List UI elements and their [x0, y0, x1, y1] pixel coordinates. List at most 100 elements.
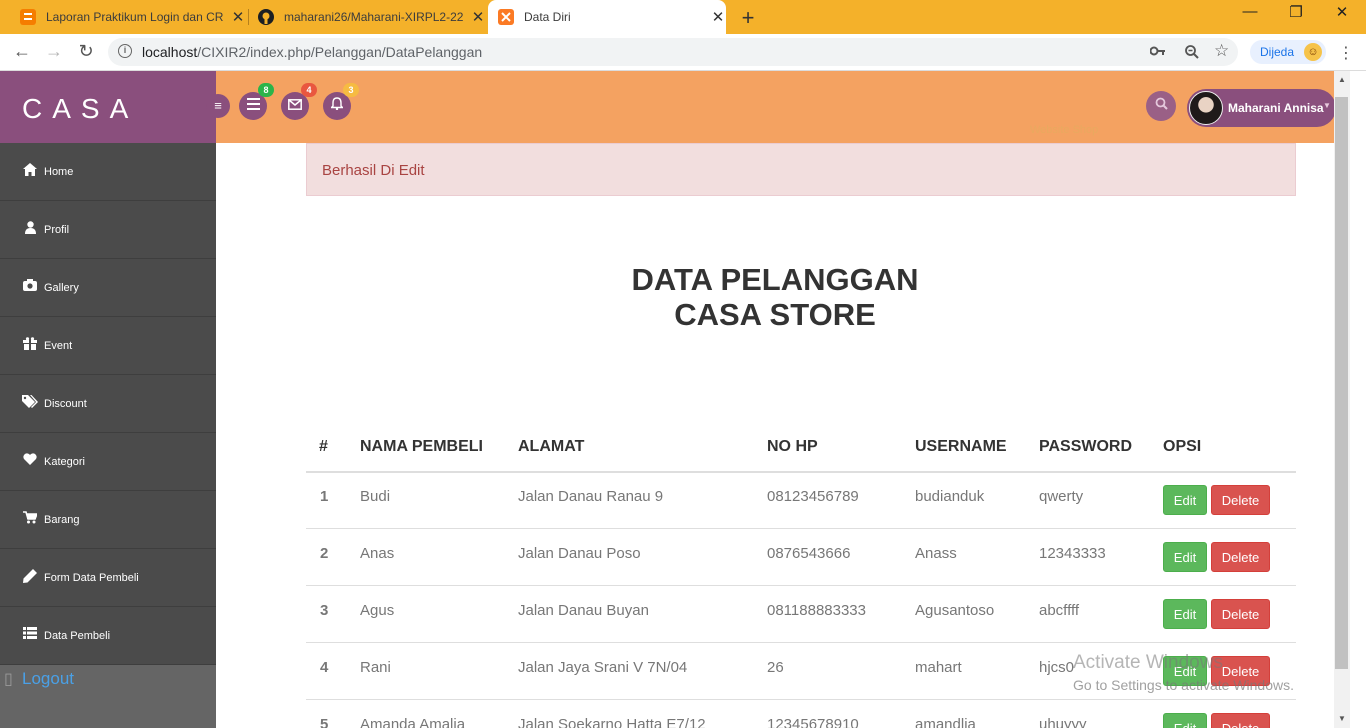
url-text[interactable]: localhost/CIXIR2/index.php/Pelanggan/Dat…	[142, 44, 482, 60]
github-icon	[258, 9, 274, 25]
row-number: 5	[320, 716, 329, 728]
cell-alamat: Jalan Danau Poso	[518, 545, 641, 562]
scroll-down-arrow-icon[interactable]: ▼	[1338, 714, 1346, 723]
bookmark-star-icon[interactable]: ☆	[1214, 41, 1229, 61]
sidebar-item-event[interactable]: Event	[0, 317, 216, 375]
edit-button[interactable]: Edit	[1163, 713, 1207, 728]
minimize-button[interactable]: —	[1235, 3, 1265, 20]
faded-header-label: Website Shop	[1030, 124, 1099, 136]
user-icon	[22, 221, 38, 237]
browser-tab-2[interactable]: maharani26/Maharani-XIRPL2-22 ✕	[250, 0, 486, 34]
sidebar-item-label: Gallery	[44, 282, 79, 294]
cell-password: abcffff	[1039, 602, 1080, 619]
row-number: 3	[320, 602, 329, 619]
activate-windows-subtitle: Go to Settings to activate Windows.	[1073, 677, 1294, 693]
page-title-line-1: DATA PELANGGAN	[631, 262, 919, 297]
delete-button[interactable]: Delete	[1211, 599, 1270, 629]
reload-icon[interactable]: ↻	[74, 41, 98, 62]
profile-avatar-icon: ☺	[1304, 43, 1322, 61]
site-info-icon[interactable]: i	[118, 44, 132, 58]
gift-icon	[22, 337, 38, 353]
sidebar-item-label: Profil	[44, 224, 70, 236]
sidebar-item-label: Data Pembeli	[44, 630, 111, 642]
profile-chip[interactable]: Dijeda ☺	[1250, 40, 1326, 64]
delete-button[interactable]: Delete	[1211, 542, 1270, 572]
cell-nama: Rani	[360, 659, 391, 676]
heart-icon	[22, 453, 38, 468]
messages-count-badge: 4	[301, 83, 317, 97]
menu-kebab-icon[interactable]: ⋮	[1338, 43, 1354, 63]
success-alert: Berhasil Di Edit	[306, 143, 1296, 196]
close-icon[interactable]: ✕	[710, 8, 726, 26]
cell-nama: Agus	[360, 602, 395, 619]
sidebar-item-home[interactable]: Home	[0, 143, 216, 201]
column-header-nama: NAMA PEMBELI	[360, 438, 483, 455]
delete-button[interactable]: Delete	[1211, 485, 1270, 515]
close-icon[interactable]: ✕	[470, 8, 486, 26]
cell-alamat: Jalan Danau Ranau 9	[518, 488, 664, 505]
cell-username: mahart	[915, 659, 962, 676]
url-field[interactable]: i localhost/CIXIR2/index.php/Pelanggan/D…	[108, 38, 1238, 66]
logout-area: ▯ Logout	[0, 665, 216, 728]
blogger-icon	[20, 9, 36, 25]
user-menu[interactable]: Maharani Annisa ▼	[1187, 89, 1336, 127]
scroll-up-arrow-icon[interactable]: ▲	[1338, 75, 1346, 84]
user-name: Maharani Annisa	[1228, 101, 1324, 115]
edit-button[interactable]: Edit	[1163, 542, 1207, 572]
notifications-count-badge: 3	[343, 83, 359, 97]
cell-alamat: Jalan Danau Buyan	[518, 602, 649, 619]
activate-windows-title: Activate Windows	[1073, 652, 1223, 673]
sidebar-item-kategori[interactable]: Kategori	[0, 433, 216, 491]
cell-nama: Budi	[360, 488, 391, 505]
sidebar-item-discount[interactable]: Discount	[0, 375, 216, 433]
column-header-hp: NO HP	[767, 438, 818, 455]
sidebar-item-gallery[interactable]: Gallery	[0, 259, 216, 317]
bell-icon	[329, 97, 345, 111]
sidebar-item-label: Barang	[44, 514, 80, 526]
new-tab-button[interactable]: +	[736, 5, 760, 31]
zoom-icon[interactable]	[1184, 44, 1200, 63]
window-close-button[interactable]: ✕	[1327, 3, 1357, 21]
sidebar-item-label: Home	[44, 166, 74, 178]
cell-password: qwerty	[1039, 488, 1084, 505]
cell-nama: Anas	[360, 545, 395, 562]
search-icon	[1155, 97, 1168, 110]
column-header-opsi: OPSI	[1163, 438, 1202, 455]
cell-password: hjcs0	[1039, 659, 1075, 676]
chevron-down-icon: ▼	[1323, 101, 1331, 110]
browser-tab-strip: Laporan Praktikum Login dan CR ✕ maharan…	[0, 0, 1366, 34]
sidebar-item-barang[interactable]: Barang	[0, 491, 216, 549]
column-header-alamat: ALAMAT	[518, 438, 585, 455]
hamburger-menu-icon[interactable]: ≡	[206, 94, 230, 118]
sidebar-item-label: Kategori	[44, 456, 85, 468]
row-divider	[306, 585, 1296, 586]
sidebar-item-label: Event	[44, 340, 73, 352]
brand-logo[interactable]: CASA	[0, 71, 216, 143]
close-icon[interactable]: ✕	[230, 8, 246, 26]
cell-username: budianduk	[915, 488, 985, 505]
column-header-username: USERNAME	[915, 438, 1007, 455]
edit-button[interactable]: Edit	[1163, 485, 1207, 515]
key-icon[interactable]	[1149, 44, 1166, 61]
sidebar-item-form-data-pembeli[interactable]: Form Data Pembeli	[0, 549, 216, 607]
row-number: 2	[320, 545, 329, 562]
sidebar: Home Profil Gallery Event Discount Kateg…	[0, 143, 216, 728]
logout-link[interactable]: Logout	[22, 669, 74, 689]
browser-tab-1[interactable]: Laporan Praktikum Login dan CR ✕	[10, 0, 246, 34]
envelope-icon	[288, 99, 302, 110]
scrollbar-thumb[interactable]	[1335, 97, 1348, 669]
sidebar-item-profil[interactable]: Profil	[0, 201, 216, 259]
list-icon	[22, 627, 38, 642]
browser-tab-3[interactable]: Data Diri ✕	[488, 0, 726, 34]
avatar	[1189, 91, 1223, 125]
restore-button[interactable]: ❐	[1281, 3, 1311, 21]
search-button[interactable]	[1146, 91, 1176, 121]
sidebar-item-data-pembeli[interactable]: Data Pembeli	[0, 607, 216, 665]
column-header-password: PASSWORD	[1039, 438, 1133, 455]
back-arrow-icon[interactable]: ←	[10, 41, 34, 62]
tab-title: maharani26/Maharani-XIRPL2-22	[284, 10, 464, 24]
xampp-icon	[498, 9, 514, 25]
forward-arrow-icon[interactable]: →	[42, 41, 66, 62]
edit-button[interactable]: Edit	[1163, 599, 1207, 629]
delete-button[interactable]: Delete	[1211, 713, 1270, 728]
